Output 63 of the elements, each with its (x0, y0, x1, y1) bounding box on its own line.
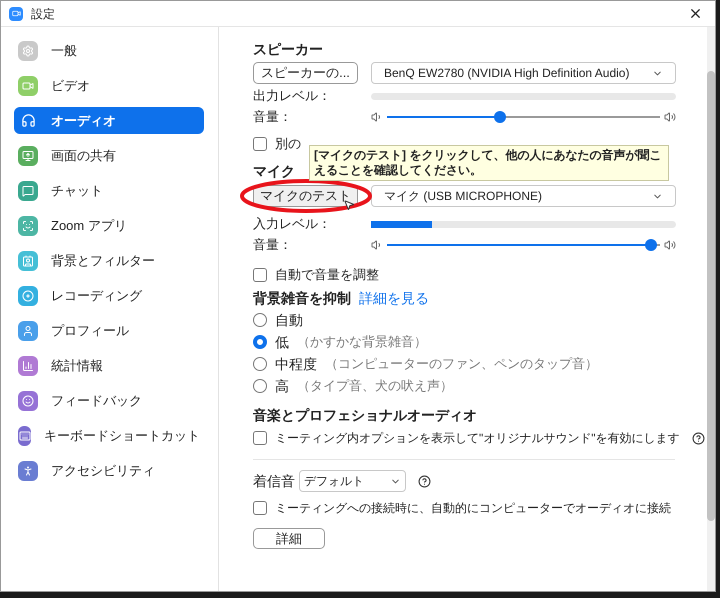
field-label: 出力レベル： (253, 87, 332, 106)
tooltip: [マイクのテスト] をクリックして、他の人にあなたの音声が聞こえることを確認してください。 (309, 145, 669, 181)
test-speaker-button[interactable]: スピーカーの... (253, 62, 358, 84)
volume-low-icon (371, 111, 383, 123)
help-icon[interactable] (692, 432, 705, 444)
slider-thumb[interactable] (494, 111, 506, 123)
sidebar-item[interactable]: レコーディング (14, 282, 204, 309)
sidebar-item[interactable]: 画面の共有 (14, 142, 204, 169)
sidebar-item[interactable]: キーボードショートカット (14, 422, 204, 449)
sidebar-item[interactable]: アクセシビリティ (14, 457, 204, 484)
help-icon[interactable] (418, 474, 431, 488)
checkbox-label: 別の (275, 135, 301, 154)
checkbox-label: 自動で音量を調整 (275, 266, 379, 284)
radio-label: 低 (275, 332, 289, 352)
radio-button[interactable] (253, 313, 267, 327)
dropdown[interactable]: デフォルト (299, 470, 406, 492)
sidebar-item[interactable]: 一般 (14, 37, 204, 64)
checkbox[interactable] (253, 431, 267, 445)
sidebar-item[interactable]: 統計情報 (14, 352, 204, 379)
volume-high-icon (664, 111, 676, 123)
sidebar-item[interactable]: Zoom アプリ (14, 212, 204, 239)
radio-label: 自動 (275, 310, 303, 330)
slider-track[interactable] (387, 111, 660, 123)
radio-note: （かすかな背景雑音） (297, 333, 427, 352)
field-label: 音量： (253, 108, 293, 126)
dropdown[interactable]: マイク (USB MICROPHONE) (371, 185, 676, 207)
section-heading: スピーカー (253, 40, 324, 59)
radio-label: 中程度 (275, 354, 317, 374)
dropdown[interactable]: BenQ EW2780 (NVIDIA High Definition Audio) (371, 62, 676, 84)
app-logo-icon (9, 6, 23, 20)
volume-low-icon (371, 239, 383, 251)
field-label: 音量： (253, 236, 293, 254)
slider-track[interactable] (387, 239, 660, 251)
radio-note: （タイプ音、犬の吠え声） (297, 377, 453, 396)
sidebar-item[interactable]: フィードバック (14, 387, 204, 414)
radio-button[interactable] (253, 357, 267, 371)
radio-button[interactable] (253, 335, 267, 349)
test-mic-button[interactable]: マイクのテスト (253, 185, 358, 207)
volume-high-icon (664, 239, 676, 251)
checkbox-label: ミーティング内オプションを表示して"オリジナルサウンド"を有効にします (275, 430, 680, 447)
sidebar-item[interactable]: プロフィール (14, 317, 204, 344)
section-heading: 背景雑音を抑制 (253, 288, 351, 308)
slider-thumb[interactable] (645, 239, 658, 251)
checkbox[interactable] (253, 137, 267, 151)
radio-label: 高 (275, 376, 289, 396)
radio-note: （コンピューターのファン、ペンのタップ音） (325, 355, 598, 374)
window-title: 設定 (31, 6, 56, 22)
sidebar-item[interactable]: オーディオ (14, 107, 204, 134)
sidebar-item[interactable]: チャット (14, 177, 204, 204)
section-heading: マイク (253, 162, 295, 181)
scrollbar[interactable] (707, 27, 715, 591)
sidebar-item[interactable]: 背景とフィルター (14, 247, 204, 274)
checkbox[interactable] (253, 268, 267, 282)
section-heading: 音楽とプロフェショナルオーディオ (253, 406, 478, 425)
checkbox-label: ミーティングへの接続時に、自動的にコンピューターでオーディオに接続 (275, 500, 671, 517)
field-label: 入力レベル： (253, 215, 332, 234)
learn-more-link[interactable]: 詳細を見る (359, 288, 429, 308)
sidebar-item[interactable]: ビデオ (14, 72, 204, 99)
radio-button[interactable] (253, 379, 267, 393)
field-label: 着信音 (253, 472, 295, 490)
advanced-button[interactable]: 詳細 (253, 528, 325, 549)
close-icon[interactable] (688, 6, 703, 21)
checkbox[interactable] (253, 501, 267, 515)
